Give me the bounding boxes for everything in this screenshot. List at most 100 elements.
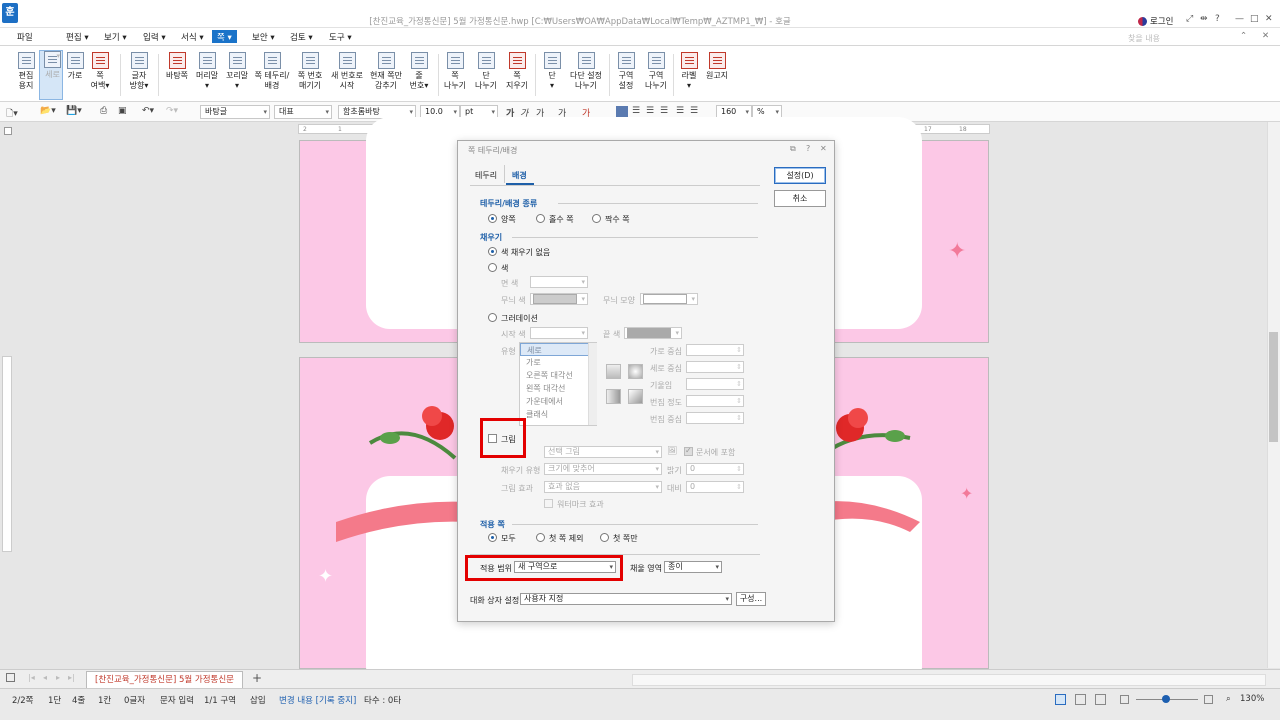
doc-tab[interactable]: [찬진교육_가정통신문] 5월 가정통신문 — [86, 671, 243, 688]
tab-list-icon[interactable] — [6, 673, 15, 682]
radio-gradation[interactable] — [488, 313, 497, 322]
ribbon-column-break[interactable]: 단 나누기 — [471, 52, 501, 91]
picture-file-select[interactable]: 선택 그림 — [544, 446, 662, 458]
fill-type-select[interactable]: 크기에 맞추어 — [544, 463, 662, 475]
watermark-checkbox[interactable] — [544, 499, 553, 508]
ribbon-page-border-bg[interactable]: 쪽 테두리/ 배경 — [252, 52, 292, 91]
view-page-icon[interactable] — [1055, 694, 1066, 705]
ribbon-section-setup[interactable]: 구역 설정 — [611, 52, 641, 91]
browse-picture-icon[interactable]: 🖼 — [667, 446, 677, 455]
ruler-corner-icon[interactable] — [4, 127, 12, 135]
horizontal-scrollbar[interactable] — [632, 674, 1266, 686]
blur-degree-input[interactable] — [686, 395, 744, 407]
tab-first-icon[interactable]: |◂ — [28, 673, 35, 682]
open-icon[interactable]: 📂▾ — [40, 106, 56, 116]
cancel-button[interactable]: 취소 — [774, 190, 826, 207]
menu-page[interactable]: 쪽 ▾ — [212, 30, 237, 43]
radio-color[interactable] — [488, 263, 497, 272]
tab-next-icon[interactable]: ▸ — [56, 673, 60, 682]
face-color-select[interactable] — [530, 276, 588, 288]
bold-icon[interactable]: 가 — [506, 106, 514, 119]
radio-even-pages[interactable] — [592, 214, 601, 223]
ribbon-portrait[interactable]: 세로 — [39, 50, 63, 100]
gradation-type-item[interactable]: 클래식 — [520, 408, 596, 421]
radio-both-pages[interactable] — [488, 214, 497, 223]
start-color-select[interactable] — [530, 327, 588, 339]
doc-close-icon[interactable]: ✕ — [1262, 31, 1269, 41]
pattern-shape-select[interactable] — [640, 293, 698, 305]
redo-icon[interactable]: ↷▾ — [166, 106, 178, 116]
radio-except-first[interactable] — [536, 533, 545, 542]
align-center-icon[interactable]: ☰ — [646, 106, 654, 116]
view-web-icon[interactable] — [1075, 694, 1086, 705]
save-icon[interactable]: 💾▾ — [66, 106, 82, 116]
align-justify-icon[interactable] — [616, 106, 628, 118]
ribbon-delete-page[interactable]: 쪽 지우기 — [502, 52, 532, 91]
zoom-in-icon[interactable] — [1204, 695, 1213, 704]
align-left-icon[interactable]: ☰ — [632, 106, 640, 116]
fill-area-select[interactable]: 종이 — [664, 561, 722, 573]
gradation-type-item[interactable]: 가운데에서 — [520, 395, 596, 408]
menu-file[interactable]: 파일 — [17, 31, 33, 43]
radio-first-only[interactable] — [600, 533, 609, 542]
h-center-input[interactable] — [686, 344, 744, 356]
align-distribute-icon[interactable]: ☰ — [676, 106, 684, 116]
gradation-type-item[interactable]: 가로 — [520, 356, 596, 369]
new-doc-icon[interactable]: 🗋▾ — [6, 106, 18, 122]
help-icon[interactable]: ? — [1215, 14, 1220, 24]
search-hint[interactable]: 찾을 내용 — [1128, 33, 1160, 44]
ribbon-margins[interactable]: 쪽 여백▾ — [87, 52, 113, 91]
v-center-input[interactable] — [686, 361, 744, 373]
zoom-out-icon[interactable] — [1120, 695, 1129, 704]
zoom-unit[interactable]: % — [752, 105, 782, 119]
pattern-color-select[interactable] — [530, 293, 588, 305]
dialog-close-icon[interactable]: ✕ — [820, 144, 827, 153]
configure-button[interactable]: 구성... — [736, 592, 766, 606]
tab-background[interactable]: 배경 — [512, 170, 527, 181]
ribbon-manuscript[interactable]: 원고지 — [702, 52, 732, 81]
ribbon-paper-setup[interactable]: 편집 용지 — [9, 52, 43, 91]
ribbon-new-number[interactable]: 새 번호로 시작 — [328, 52, 366, 91]
font-select[interactable]: 함초롬바탕 — [338, 105, 416, 119]
effect-select[interactable]: 효과 없음 — [544, 481, 662, 493]
zoom-magnifier-icon[interactable]: ⌕ — [1226, 694, 1231, 704]
align-split-icon[interactable]: ☰ — [690, 106, 698, 116]
contrast-input[interactable]: 0 — [686, 481, 744, 493]
align-right-icon[interactable]: ☰ — [660, 106, 668, 116]
add-tab-icon[interactable]: + — [252, 671, 262, 685]
view-draft-icon[interactable] — [1095, 694, 1106, 705]
ribbon-hide-page[interactable]: 현재 쪽만 감추기 — [366, 52, 406, 91]
minimize-icon[interactable]: — — [1235, 14, 1244, 24]
font-size-unit[interactable]: pt — [460, 105, 498, 119]
menu-review[interactable]: 검토 ▾ — [290, 31, 313, 43]
undo-icon[interactable]: ↶▾ — [142, 106, 154, 116]
italic-icon[interactable]: 가 — [520, 106, 528, 119]
font-color-icon[interactable]: 가 — [582, 106, 590, 119]
status-zoom[interactable]: 130% — [1240, 694, 1264, 704]
ribbon-footer[interactable]: 꼬리말 ▾ — [220, 52, 254, 91]
dialog-setting-select[interactable]: 사용자 지정 — [520, 593, 732, 605]
underline-icon[interactable]: 가 — [536, 106, 544, 119]
menu-tools[interactable]: 도구 ▾ — [329, 31, 352, 43]
gradation-type-item[interactable]: 왼쪽 대각선 — [520, 382, 596, 395]
status-input-mode[interactable]: 문자 입력 — [160, 694, 194, 706]
status-insert[interactable]: 삽입 — [250, 694, 266, 706]
brightness-input[interactable]: 0 — [686, 463, 744, 475]
dialog-pin-icon[interactable]: ⧉ — [790, 144, 796, 154]
dialog-help-icon[interactable]: ? — [806, 144, 810, 153]
radio-all-pages[interactable] — [488, 533, 497, 542]
print-icon[interactable]: ⎙ — [100, 106, 107, 116]
ribbon-page-break[interactable]: 쪽 나누기 — [440, 52, 470, 91]
radio-no-fill[interactable] — [488, 247, 497, 256]
ribbon-section-break[interactable]: 구역 나누기 — [641, 52, 671, 91]
ribbon-columns[interactable]: 단 ▾ — [537, 52, 567, 91]
include-in-doc-checkbox[interactable] — [684, 446, 693, 456]
radio-odd-pages[interactable] — [536, 214, 545, 223]
ribbon-collapse-icon[interactable]: ⌃ — [1240, 31, 1247, 41]
ribbon-master-page[interactable]: 바탕쪽 — [160, 52, 194, 81]
login-button[interactable]: 로그인 — [1138, 15, 1173, 27]
close-icon[interactable]: ✕ — [1265, 14, 1273, 24]
ribbon-multi-column[interactable]: 다단 설정 나누기 — [566, 52, 606, 91]
ribbon-text-direction[interactable]: 글자 방향▾ — [122, 52, 156, 91]
scrollbar-thumb[interactable] — [1269, 332, 1278, 442]
